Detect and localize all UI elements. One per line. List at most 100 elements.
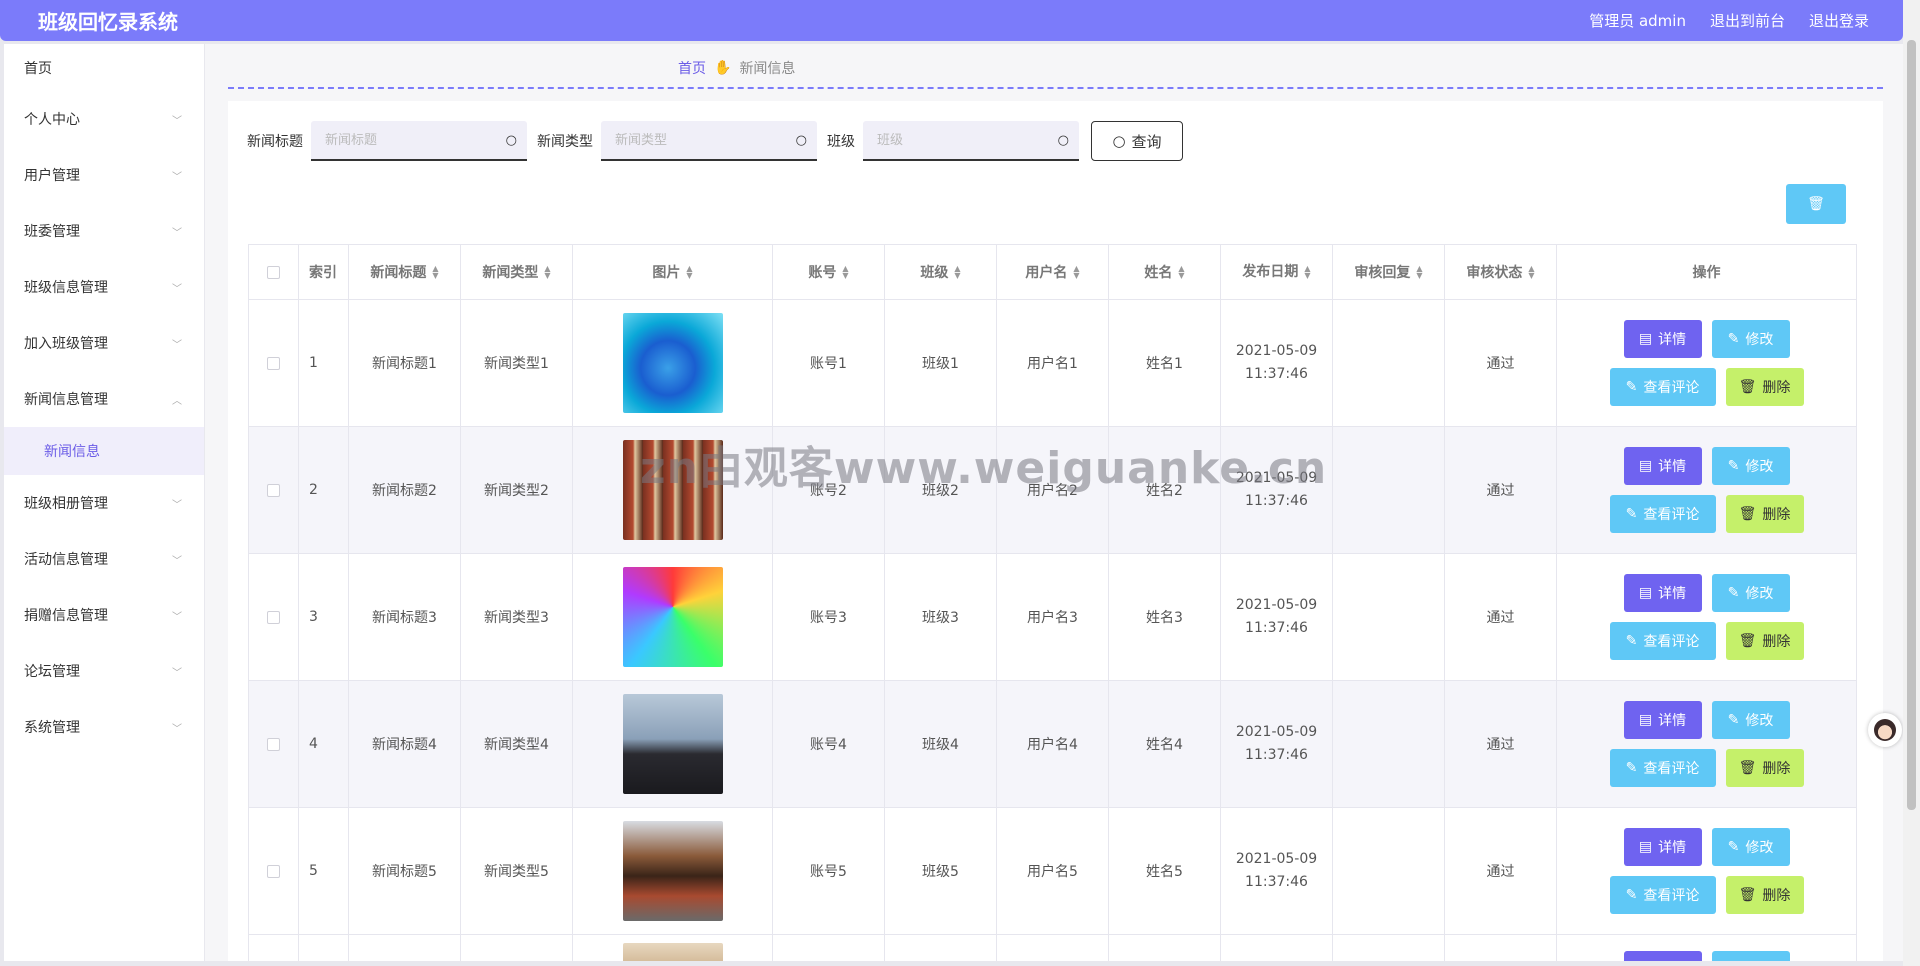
edit-button[interactable]: ✎ 修改	[1711, 701, 1790, 739]
sidebar-item-user-management[interactable]: 用户管理 ﹀	[4, 147, 204, 203]
assistant-avatar[interactable]	[1868, 713, 1902, 747]
row-checkbox[interactable]	[267, 483, 280, 497]
scrollbar-thumb[interactable]	[1907, 40, 1916, 810]
avatar-face-icon	[1874, 719, 1896, 741]
news-thumbnail[interactable]	[622, 567, 723, 667]
title-search-input[interactable]	[325, 132, 485, 148]
type-cell: 新闻类型3	[461, 554, 573, 680]
sidebar-item-committee-management[interactable]: 班委管理 ﹀	[4, 203, 204, 259]
batch-delete-button[interactable]: 🗑	[1786, 184, 1846, 224]
date-cell	[1221, 935, 1333, 961]
header-status[interactable]: 审核状态 ▲ ▼	[1445, 245, 1557, 299]
class-search-input[interactable]	[877, 132, 1037, 148]
search-icon: ○	[505, 132, 517, 148]
account-cell: 账号1	[773, 300, 885, 426]
sidebar-item-join-class-management[interactable]: 加入班级管理 ﹀	[4, 315, 204, 371]
view-comments-button[interactable]: ✎ 查看评论	[1609, 876, 1716, 914]
account-cell: 账号2	[773, 427, 885, 553]
header-title[interactable]: 新闻标题 ▲ ▼	[349, 245, 461, 299]
detail-button[interactable]: ▤ 详情	[1623, 447, 1702, 485]
news-thumbnail[interactable]	[622, 821, 723, 921]
name-cell: 姓名3	[1109, 554, 1221, 680]
delete-button[interactable]: 🗑 删除	[1725, 876, 1804, 914]
row-checkbox[interactable]	[267, 864, 280, 878]
delete-button[interactable]: 🗑 删除	[1725, 749, 1804, 787]
row-checkbox-cell	[249, 554, 299, 680]
type-search-input[interactable]	[615, 132, 775, 148]
edit-button[interactable]: ✎ 修改	[1711, 828, 1790, 866]
header-type[interactable]: 新闻类型 ▲ ▼	[461, 245, 573, 299]
detail-button[interactable]: ▤ 详情	[1623, 828, 1702, 866]
edit-button[interactable]: ✎ 修改	[1711, 447, 1790, 485]
pencil-icon: ✎	[1625, 887, 1638, 903]
breadcrumb: 首页 ✋ 新闻信息	[678, 58, 795, 78]
delete-button[interactable]: 🗑 删除	[1725, 495, 1804, 533]
edit-button[interactable]	[1711, 951, 1790, 961]
reply-cell	[1333, 808, 1445, 934]
sidebar-item-label: 捐赠信息管理	[24, 608, 108, 624]
row-checkbox[interactable]	[267, 356, 280, 370]
sidebar-subitem-news[interactable]: 新闻信息	[4, 427, 204, 475]
breadcrumb-home[interactable]: 首页	[678, 58, 706, 78]
chevron-down-icon: ﹀	[172, 339, 182, 351]
sidebar-item-label: 班级相册管理	[24, 496, 108, 512]
table-row: 3 新闻标题3 新闻类型3 账号3 班级3 用户名3 姓名3 2021-05-0…	[249, 554, 1856, 681]
view-comments-label: 查看评论	[1643, 634, 1700, 650]
row-checkbox[interactable]	[267, 737, 280, 751]
news-thumbnail[interactable]	[622, 943, 723, 961]
class-cell	[885, 935, 997, 961]
delete-button-label: 删除	[1762, 634, 1791, 650]
header-image[interactable]: 图片 ▲ ▼	[573, 245, 773, 299]
sidebar-item-album-management[interactable]: 班级相册管理 ﹀	[4, 475, 204, 531]
header-date[interactable]: 发布日期 ▲ ▼	[1221, 245, 1333, 299]
detail-button[interactable]: ▤ 详情	[1623, 574, 1702, 612]
header-account[interactable]: 账号 ▲ ▼	[773, 245, 885, 299]
header-reply[interactable]: 审核回复 ▲ ▼	[1333, 245, 1445, 299]
logout-link[interactable]: 退出登录	[1809, 10, 1869, 31]
name-cell: 姓名2	[1109, 427, 1221, 553]
view-comments-button[interactable]: ✎ 查看评论	[1609, 749, 1716, 787]
header-name[interactable]: 姓名 ▲ ▼	[1109, 245, 1221, 299]
view-comments-label: 查看评论	[1643, 888, 1700, 904]
sort-icon: ▲ ▼	[544, 264, 551, 280]
sidebar-item-personal-center[interactable]: 个人中心 ﹀	[4, 91, 204, 147]
page-scrollbar[interactable]	[1903, 0, 1920, 966]
view-comments-button[interactable]: ✎ 查看评论	[1609, 368, 1716, 406]
sidebar-item-system-management[interactable]: 系统管理 ﹀	[4, 699, 204, 755]
sidebar-item-class-info-management[interactable]: 班级信息管理 ﹀	[4, 259, 204, 315]
status-cell: 通过	[1445, 300, 1557, 426]
document-icon: ▤	[1638, 458, 1653, 474]
news-thumbnail[interactable]	[622, 694, 723, 794]
select-all-checkbox[interactable]	[267, 265, 280, 279]
username-cell: 用户名2	[997, 427, 1109, 553]
header-username[interactable]: 用户名 ▲ ▼	[997, 245, 1109, 299]
title-cell: 新闻标题4	[349, 681, 461, 807]
view-comments-button[interactable]: ✎ 查看评论	[1609, 622, 1716, 660]
delete-button[interactable]: 🗑 删除	[1725, 622, 1804, 660]
detail-button[interactable]: ▤ 详情	[1623, 701, 1702, 739]
sidebar-item-donation-management[interactable]: 捐赠信息管理 ﹀	[4, 587, 204, 643]
pencil-icon: ✎	[1625, 506, 1638, 522]
row-checkbox[interactable]	[267, 610, 280, 624]
sidebar-item-label: 活动信息管理	[24, 552, 108, 568]
sidebar-item-forum-management[interactable]: 论坛管理 ﹀	[4, 643, 204, 699]
type-cell: 新闻类型4	[461, 681, 573, 807]
edit-button[interactable]: ✎ 修改	[1711, 574, 1790, 612]
detail-button[interactable]	[1623, 951, 1702, 961]
sidebar-item-home[interactable]: 首页	[4, 44, 204, 91]
detail-button[interactable]: ▤ 详情	[1623, 320, 1702, 358]
news-thumbnail[interactable]	[622, 313, 723, 413]
sidebar-item-news-management[interactable]: 新闻信息管理 ︿	[4, 371, 204, 427]
header-class[interactable]: 班级 ▲ ▼	[885, 245, 997, 299]
view-comments-button[interactable]: ✎ 查看评论	[1609, 495, 1716, 533]
view-comments-label: 查看评论	[1643, 380, 1700, 396]
exit-to-front-link[interactable]: 退出到前台	[1710, 10, 1785, 31]
sidebar-item-activity-management[interactable]: 活动信息管理 ﹀	[4, 531, 204, 587]
edit-button[interactable]: ✎ 修改	[1711, 320, 1790, 358]
news-thumbnail[interactable]	[622, 440, 723, 540]
delete-button[interactable]: 🗑 删除	[1725, 368, 1804, 406]
query-button[interactable]: ○ 查询	[1091, 121, 1183, 161]
table-row: 4 新闻标题4 新闻类型4 账号4 班级4 用户名4 姓名4 2021-05-0…	[249, 681, 1856, 808]
sidebar-item-label: 用户管理	[24, 168, 80, 184]
sidebar-item-label: 个人中心	[24, 112, 80, 128]
